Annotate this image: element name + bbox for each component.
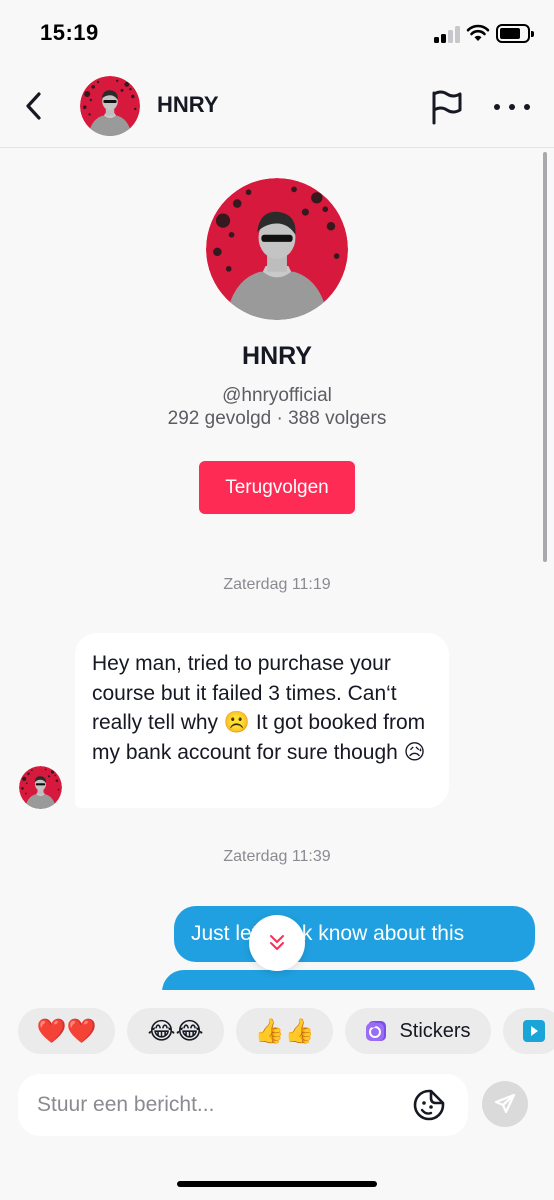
report-button[interactable] (428, 88, 466, 126)
quick-reactions-bar: ❤️❤️ 😂😂 👍👍 Stickers (0, 990, 554, 1072)
message-composer (18, 1074, 468, 1136)
stickers-button[interactable]: Stickers (345, 1008, 491, 1054)
header-avatar[interactable] (80, 76, 140, 136)
more-horizontal-icon (494, 104, 500, 110)
double-chevron-down-icon (270, 935, 284, 950)
more-stickers-button[interactable] (503, 1008, 554, 1054)
stickers-label: Stickers (399, 1019, 471, 1042)
send-button[interactable] (482, 1081, 528, 1127)
message-input[interactable] (18, 1074, 398, 1136)
header-username[interactable]: HNRY (157, 92, 219, 118)
home-indicator (177, 1181, 377, 1187)
profile-handle: @hnryofficial (222, 385, 332, 406)
status-bar: 15:19 (0, 0, 554, 66)
status-time: 15:19 (40, 20, 99, 45)
quick-reaction-hearts[interactable]: ❤️❤️ (18, 1008, 115, 1054)
profile-stats: 292 gevolgd · 388 volgers (167, 408, 387, 429)
more-options-button[interactable] (494, 96, 530, 118)
wifi-icon (466, 24, 490, 41)
sticker-icon (366, 1021, 387, 1041)
scroll-to-bottom-button[interactable] (249, 915, 305, 971)
back-button[interactable] (18, 88, 48, 124)
play-icon (523, 1020, 545, 1042)
cellular-signal-icon (434, 25, 460, 43)
message-timestamp: Zaterdag 11:39 (223, 848, 331, 865)
outgoing-message-bubble[interactable]: Just let tiktok know about this (174, 906, 535, 962)
flag-icon (432, 90, 462, 125)
battery-icon (496, 24, 534, 43)
quick-reaction-laughing[interactable]: 😂😂 (127, 1008, 224, 1054)
send-icon (494, 1093, 516, 1114)
sender-avatar[interactable] (19, 766, 62, 809)
message-timestamp: Zaterdag 11:19 (223, 576, 331, 593)
emoji-sticker-icon[interactable] (412, 1088, 446, 1122)
follow-back-button[interactable]: Terugvolgen (199, 461, 355, 514)
profile-avatar[interactable] (206, 178, 348, 320)
incoming-message-bubble[interactable]: Hey man, tried to purchase your course b… (75, 633, 449, 808)
chat-header: HNRY (0, 66, 554, 148)
quick-reaction-thumbs[interactable]: 👍👍 (236, 1008, 333, 1054)
chevron-left-icon (26, 92, 41, 120)
profile-name: HNRY (242, 342, 312, 370)
